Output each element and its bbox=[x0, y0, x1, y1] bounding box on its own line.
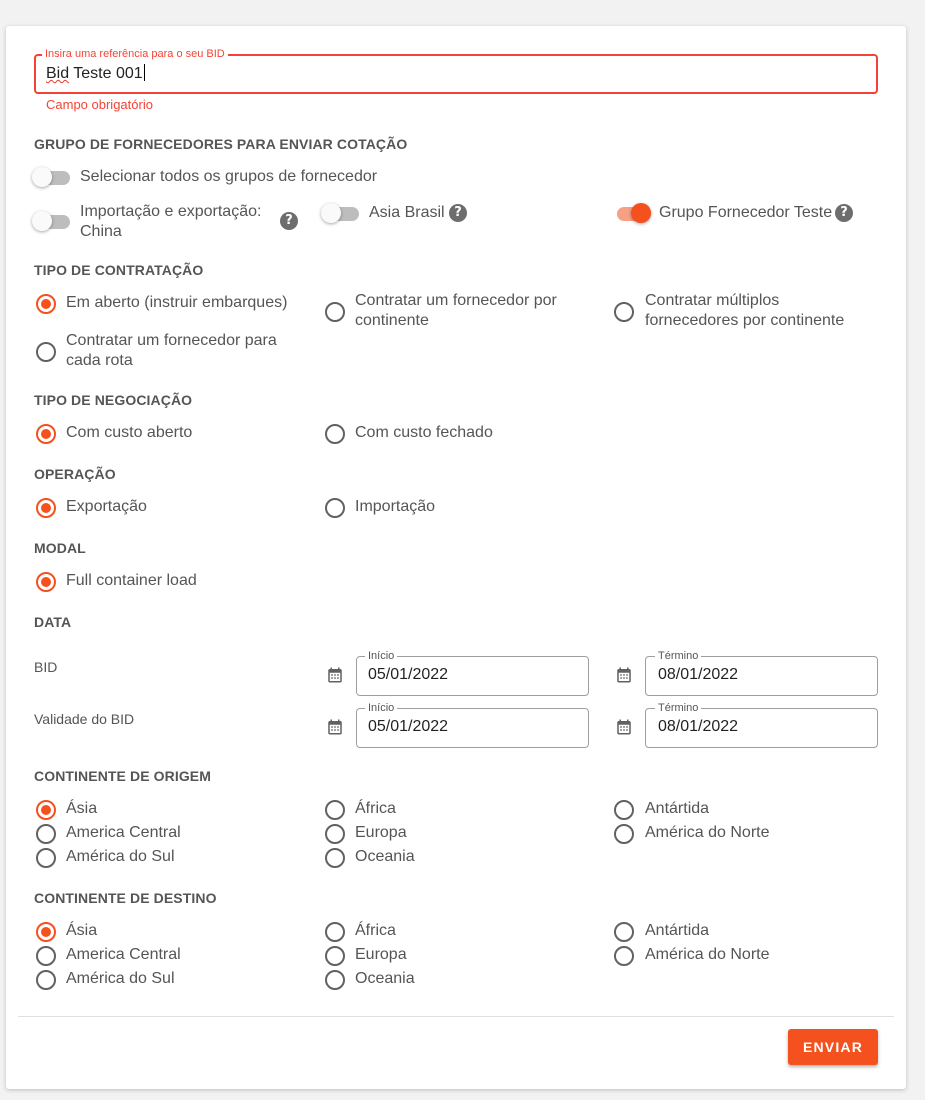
bid-start-date-label: Início bbox=[365, 650, 398, 662]
origin-africa-label: África bbox=[355, 800, 396, 817]
calendar-icon[interactable] bbox=[615, 718, 633, 736]
origin-south-america-label: América do Sul bbox=[66, 848, 175, 865]
reference-field[interactable] bbox=[34, 54, 878, 94]
destination-south-america-label: América do Sul bbox=[66, 970, 175, 987]
modal-title: MODAL bbox=[34, 540, 86, 556]
destination-antarctica-label: Antártida bbox=[645, 922, 710, 939]
origin-asia-label: Ásia bbox=[66, 800, 98, 817]
operation-import-label: Importação bbox=[355, 498, 436, 515]
date-title: DATA bbox=[34, 614, 72, 630]
contract-one-per-continent-label: Contratar um fornecedor por continente bbox=[355, 292, 557, 329]
origin-antarctica-radio[interactable] bbox=[614, 800, 634, 820]
submit-button[interactable]: ENVIAR bbox=[788, 1029, 878, 1065]
select-all-groups-label: Selecionar todos os grupos de fornecedor bbox=[80, 168, 378, 185]
destination-oceania-label: Oceania bbox=[355, 970, 415, 987]
bid-end-date-value[interactable]: 08/01/2022 bbox=[658, 666, 738, 684]
origin-asia-radio[interactable] bbox=[36, 800, 56, 820]
modal-fcl-label: Full container load bbox=[66, 572, 197, 589]
text-caret bbox=[143, 64, 145, 81]
group-switch-fornecedor-teste[interactable] bbox=[613, 202, 653, 224]
group-switch-asia-brasil[interactable] bbox=[321, 202, 361, 224]
origin-antarctica-label: Antártida bbox=[645, 800, 710, 817]
origin-africa-radio[interactable] bbox=[325, 800, 345, 820]
select-all-groups-switch[interactable] bbox=[32, 166, 72, 188]
operation-title: OPERAÇÃO bbox=[34, 466, 116, 482]
destination-central-america-label: America Central bbox=[66, 946, 181, 963]
destination-south-america-radio[interactable] bbox=[36, 970, 56, 990]
origin-oceania-radio[interactable] bbox=[325, 848, 345, 868]
origin-oceania-label: Oceania bbox=[355, 848, 415, 865]
destination-north-america-radio[interactable] bbox=[614, 946, 634, 966]
contract-type-title: TIPO DE CONTRATAÇÃO bbox=[34, 262, 204, 278]
destination-oceania-radio[interactable] bbox=[325, 970, 345, 990]
reference-input-value[interactable]: Bid Teste 001 bbox=[46, 64, 145, 83]
origin-central-america-label: America Central bbox=[66, 824, 181, 841]
contract-one-per-route-radio[interactable] bbox=[36, 342, 56, 362]
destination-africa-radio[interactable] bbox=[325, 922, 345, 942]
calendar-icon[interactable] bbox=[326, 666, 344, 684]
reference-field-label: Insira uma referência para o seu BID bbox=[42, 48, 228, 60]
contract-multiple-per-continent-label: Contratar múltiplos fornecedores por cont… bbox=[645, 292, 845, 329]
group-label-asia-brasil: Asia Brasil bbox=[369, 204, 445, 221]
origin-europe-label: Europa bbox=[355, 824, 407, 841]
destination-antarctica-radio[interactable] bbox=[614, 922, 634, 942]
modal-fcl-radio[interactable] bbox=[36, 572, 56, 592]
negotiation-type-title: TIPO DE NEGOCIAÇÃO bbox=[34, 392, 193, 408]
reference-error-text: Campo obrigatório bbox=[46, 97, 153, 112]
calendar-icon[interactable] bbox=[615, 666, 633, 684]
destination-central-america-radio[interactable] bbox=[36, 946, 56, 966]
destination-north-america-label: América do Norte bbox=[645, 946, 770, 963]
group-label-china: Importação e exportação: China bbox=[80, 203, 262, 240]
origin-north-america-label: América do Norte bbox=[645, 824, 770, 841]
destination-europe-label: Europa bbox=[355, 946, 407, 963]
help-circle-icon[interactable]: ? bbox=[449, 204, 467, 222]
origin-europe-radio[interactable] bbox=[325, 824, 345, 844]
origin-north-america-radio[interactable] bbox=[614, 824, 634, 844]
validity-start-date-value[interactable]: 05/01/2022 bbox=[368, 718, 448, 736]
bid-validity-label: Validade do BID bbox=[34, 711, 135, 727]
origin-central-america-radio[interactable] bbox=[36, 824, 56, 844]
destination-europe-radio[interactable] bbox=[325, 946, 345, 966]
contract-one-per-route-label: Contratar um fornecedor para cada rota bbox=[66, 332, 277, 369]
negotiation-open-cost-label: Com custo aberto bbox=[66, 424, 193, 441]
contract-open-radio[interactable] bbox=[36, 294, 56, 314]
contract-one-per-continent-radio[interactable] bbox=[325, 302, 345, 322]
negotiation-closed-cost-radio[interactable] bbox=[325, 424, 345, 444]
group-switch-china[interactable] bbox=[32, 210, 72, 232]
bid-start-date-value[interactable]: 05/01/2022 bbox=[368, 666, 448, 684]
validity-end-date-value[interactable]: 08/01/2022 bbox=[658, 718, 738, 736]
contract-open-label: Em aberto (instruir embarques) bbox=[66, 294, 288, 311]
help-circle-icon[interactable]: ? bbox=[835, 204, 853, 222]
validity-end-date-label: Término bbox=[655, 702, 702, 714]
validity-start-date-label: Início bbox=[365, 702, 398, 714]
operation-export-label: Exportação bbox=[66, 498, 147, 515]
supplier-groups-title: GRUPO DE FORNECEDORES PARA ENVIAR COTAÇÃ… bbox=[34, 136, 408, 152]
negotiation-closed-cost-label: Com custo fechado bbox=[355, 424, 493, 441]
destination-continent-title: CONTINENTE DE DESTINO bbox=[34, 890, 217, 906]
origin-continent-title: CONTINENTE DE ORIGEM bbox=[34, 768, 212, 784]
destination-africa-label: África bbox=[355, 922, 396, 939]
calendar-icon[interactable] bbox=[326, 718, 344, 736]
bid-date-label: BID bbox=[34, 659, 58, 675]
footer-divider bbox=[18, 1016, 894, 1017]
bid-end-date-label: Término bbox=[655, 650, 702, 662]
contract-multiple-per-continent-radio[interactable] bbox=[614, 302, 634, 322]
origin-south-america-radio[interactable] bbox=[36, 848, 56, 868]
destination-asia-radio[interactable] bbox=[36, 922, 56, 942]
operation-export-radio[interactable] bbox=[36, 498, 56, 518]
destination-asia-label: Ásia bbox=[66, 922, 98, 939]
group-label-fornecedor-teste: Grupo Fornecedor Teste bbox=[659, 204, 833, 221]
help-circle-icon[interactable]: ? bbox=[280, 212, 298, 230]
negotiation-open-cost-radio[interactable] bbox=[36, 424, 56, 444]
operation-import-radio[interactable] bbox=[325, 498, 345, 518]
